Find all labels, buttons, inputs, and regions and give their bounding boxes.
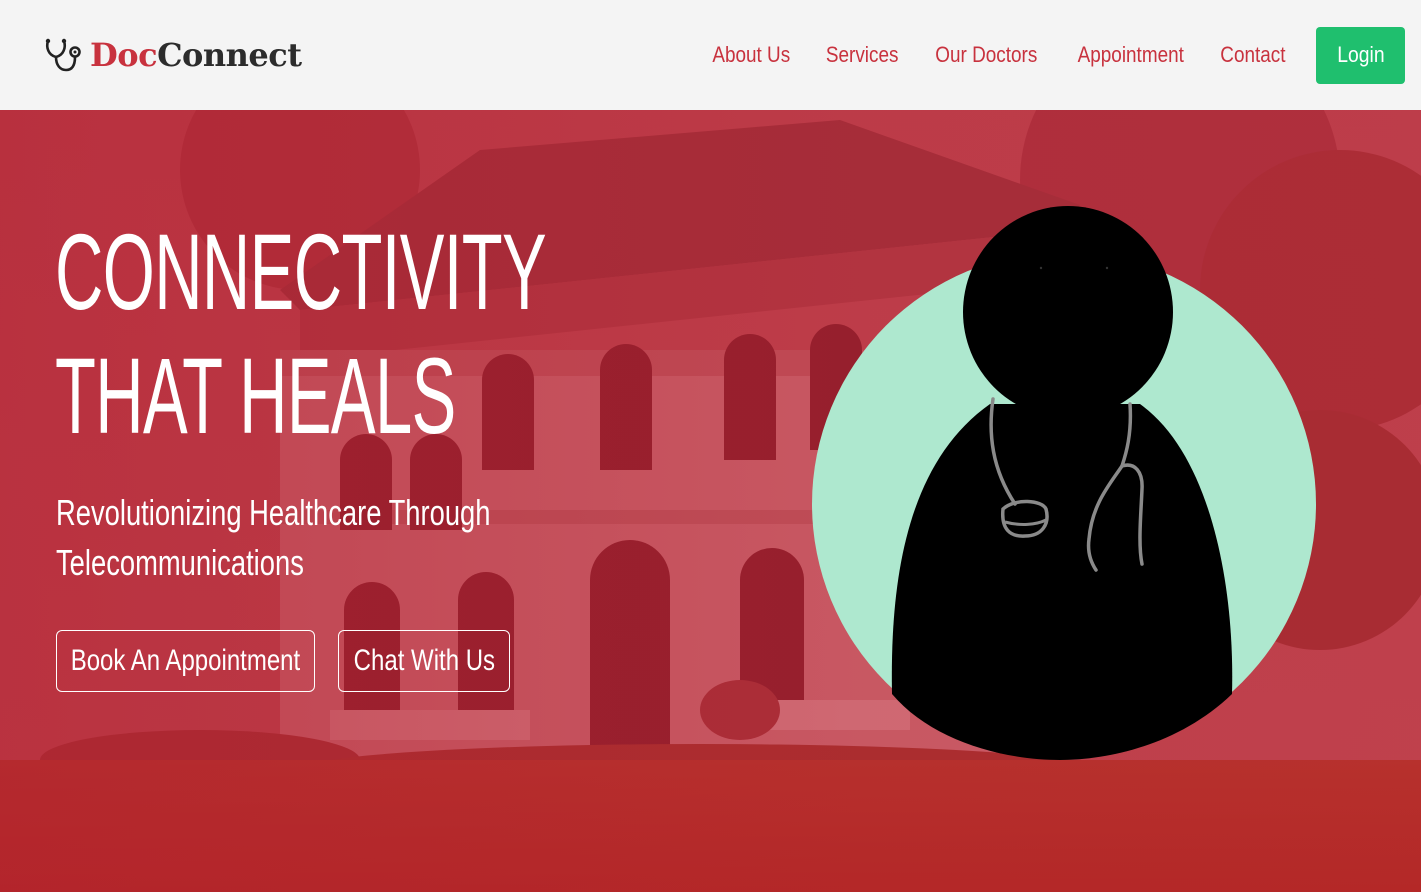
nav-link-about-us[interactable]: About Us	[713, 42, 791, 68]
book-appointment-label: Book An Appointment	[70, 644, 301, 677]
chat-with-us-button[interactable]: Chat With Us	[338, 630, 510, 692]
hero-subtitle-line2: Telecommunications	[56, 542, 304, 583]
nav-link-services[interactable]: Services	[826, 42, 899, 68]
top-navbar: DocConnect About Us Services Our Doctors…	[0, 0, 1421, 110]
login-button-label: Login	[1336, 42, 1385, 67]
hero-cta-group: Book An Appointment Chat With Us	[56, 630, 510, 692]
brand-name: DocConnect	[90, 36, 302, 74]
doctor-avatar-illustration	[812, 206, 1316, 760]
nav-link-contact[interactable]: Contact	[1220, 42, 1285, 68]
hero-subtitle: Revolutionizing Healthcare Through Telec…	[56, 488, 527, 588]
chat-with-us-label: Chat With Us	[353, 644, 495, 677]
brand-name-doc: Doc	[90, 36, 158, 74]
brand-name-connect: Connect	[157, 36, 302, 74]
brand-logo-link[interactable]: DocConnect	[44, 36, 302, 74]
hero-title-line1: CONNECTIVITY	[55, 211, 547, 332]
nav-link-our-doctors[interactable]: Our Doctors	[935, 42, 1037, 68]
hero-section: CONNECTIVITY THAT HEALS Revolutionizing …	[0, 110, 1421, 892]
nav-link-appointment[interactable]: Appointment	[1077, 42, 1183, 68]
nav-links: About Us Services Our Doctors Appointmen…	[706, 26, 1405, 84]
stethoscope-icon	[44, 37, 82, 73]
hero-title: CONNECTIVITY THAT HEALS	[55, 210, 547, 458]
hero-title-line2: THAT HEALS	[55, 335, 456, 456]
hero-subtitle-line1: Revolutionizing Healthcare Through	[56, 492, 491, 533]
login-button[interactable]: Login	[1316, 26, 1405, 84]
book-appointment-button[interactable]: Book An Appointment	[56, 630, 315, 692]
